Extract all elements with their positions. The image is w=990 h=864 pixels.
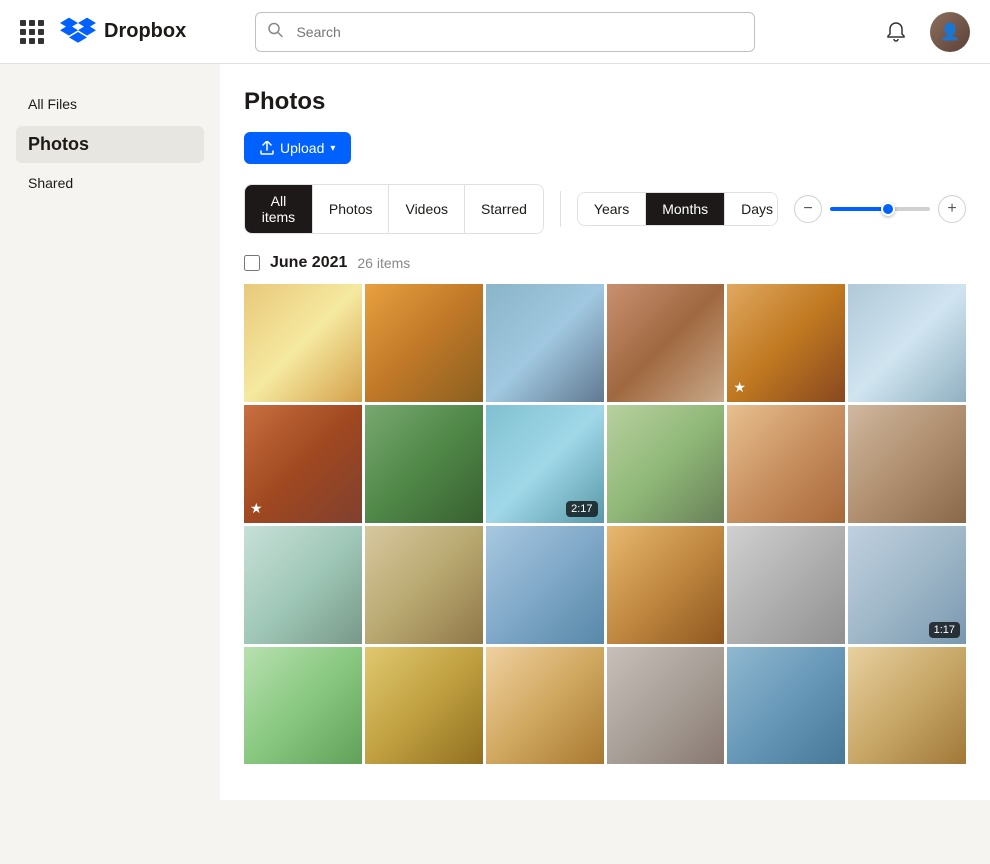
star-badge: ★	[250, 500, 263, 517]
app-grid-icon[interactable]	[20, 20, 44, 44]
filter-videos[interactable]: Videos	[389, 185, 465, 233]
app-name: Dropbox	[104, 20, 186, 43]
month-section: June 2021 26 items ★ ★ 2:17 1:17	[244, 254, 966, 764]
photo-cell[interactable]	[244, 647, 362, 765]
photo-cell[interactable]	[244, 526, 362, 644]
content-type-filters: All items Photos Videos Starred	[244, 184, 544, 234]
sidebar-item-all-files[interactable]: All Files	[16, 88, 204, 122]
filter-row: All items Photos Videos Starred Years Mo…	[244, 184, 966, 234]
video-duration-badge: 1:17	[929, 622, 960, 638]
zoom-controls: − +	[794, 195, 966, 223]
photo-cell[interactable]	[365, 526, 483, 644]
topbar: Dropbox 👤	[0, 0, 990, 64]
photo-cell[interactable]: 1:17	[848, 526, 966, 644]
dropbox-logo-icon	[60, 14, 96, 50]
photo-cell[interactable]	[365, 647, 483, 765]
time-years[interactable]: Years	[578, 193, 646, 225]
search-input[interactable]	[255, 12, 755, 52]
filter-starred[interactable]: Starred	[465, 185, 543, 233]
main-content: Photos Upload ▾ All items Photos Videos …	[220, 64, 990, 800]
upload-icon	[260, 141, 274, 155]
photo-cell[interactable]	[486, 284, 604, 402]
photo-cell[interactable]	[365, 405, 483, 523]
photo-cell[interactable]	[607, 284, 725, 402]
filter-photos[interactable]: Photos	[313, 185, 390, 233]
sidebar-item-photos[interactable]: Photos	[16, 126, 204, 163]
month-count: 26 items	[357, 255, 410, 271]
time-months[interactable]: Months	[646, 193, 725, 225]
avatar[interactable]: 👤	[930, 12, 970, 52]
topbar-right: 👤	[878, 12, 970, 52]
logo[interactable]: Dropbox	[60, 14, 186, 50]
time-filters: Years Months Days	[577, 192, 778, 226]
zoom-in-button[interactable]: +	[938, 195, 966, 223]
photo-cell[interactable]	[607, 405, 725, 523]
layout: All Files Photos Shared Photos Upload ▾ …	[0, 64, 990, 800]
time-days[interactable]: Days	[725, 193, 778, 225]
month-label: June 2021	[270, 254, 347, 272]
photo-cell[interactable]	[848, 284, 966, 402]
photo-cell[interactable]: ★	[244, 405, 362, 523]
sidebar: All Files Photos Shared	[0, 64, 220, 800]
photo-cell[interactable]	[486, 526, 604, 644]
star-badge: ★	[733, 379, 746, 396]
video-duration-badge: 2:17	[566, 501, 597, 517]
zoom-slider[interactable]	[830, 207, 930, 211]
filter-divider	[560, 191, 561, 227]
photo-cell[interactable]: ★	[727, 284, 845, 402]
month-select-checkbox[interactable]	[244, 255, 260, 271]
photo-cell[interactable]	[486, 647, 604, 765]
photo-cell[interactable]	[727, 526, 845, 644]
photo-cell[interactable]	[365, 284, 483, 402]
photo-cell[interactable]	[848, 647, 966, 765]
upload-chevron-icon: ▾	[330, 143, 335, 154]
zoom-thumb	[881, 202, 895, 216]
search-icon	[267, 21, 283, 42]
upload-button[interactable]: Upload ▾	[244, 132, 351, 164]
filter-all-items[interactable]: All items	[245, 185, 313, 233]
page-title: Photos	[244, 88, 966, 116]
photo-cell[interactable]	[727, 647, 845, 765]
zoom-out-button[interactable]: −	[794, 195, 822, 223]
sidebar-item-shared[interactable]: Shared	[16, 167, 204, 201]
search-bar	[255, 12, 755, 52]
photo-cell[interactable]	[607, 526, 725, 644]
photo-cell[interactable]	[848, 405, 966, 523]
month-header: June 2021 26 items	[244, 254, 966, 272]
notifications-icon[interactable]	[878, 14, 914, 50]
photo-cell[interactable]	[244, 284, 362, 402]
avatar-image: 👤	[930, 12, 970, 52]
photo-cell[interactable]	[607, 647, 725, 765]
photo-cell[interactable]	[727, 405, 845, 523]
photo-grid: ★ ★ 2:17 1:17	[244, 284, 966, 764]
photo-cell[interactable]: 2:17	[486, 405, 604, 523]
